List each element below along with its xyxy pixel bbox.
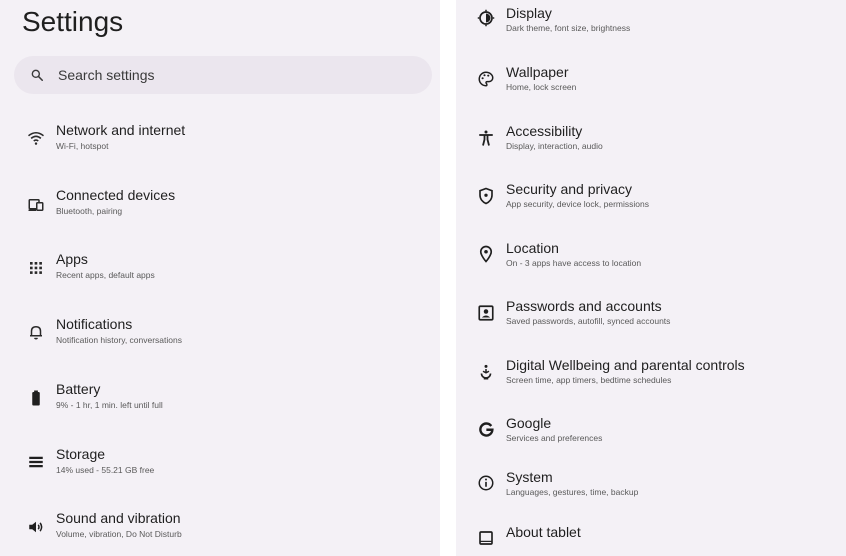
tablet-icon <box>476 528 496 548</box>
settings-item-title: Passwords and accounts <box>506 298 662 314</box>
palette-icon <box>476 69 496 89</box>
settings-item-subtitle: 9% - 1 hr, 1 min. left until full <box>56 400 163 410</box>
apps-grid-icon <box>26 258 46 278</box>
settings-item-notifications[interactable]: Notifications Notification history, conv… <box>0 316 440 364</box>
settings-item-title: System <box>506 469 553 485</box>
settings-item-apps[interactable]: Apps Recent apps, default apps <box>0 251 440 299</box>
settings-item-about-tablet[interactable]: About tablet <box>456 524 846 556</box>
settings-item-title: About tablet <box>506 524 581 540</box>
search-icon <box>31 69 44 82</box>
settings-item-subtitle: Volume, vibration, Do Not Disturb <box>56 529 182 539</box>
settings-item-title: Wallpaper <box>506 64 569 80</box>
settings-item-accessibility[interactable]: Accessibility Display, interaction, audi… <box>456 123 846 171</box>
shield-icon <box>476 186 496 206</box>
storage-icon <box>26 452 46 472</box>
settings-left-panel: Settings Search settings Network and int… <box>0 0 440 556</box>
search-bar[interactable]: Search settings <box>14 56 432 94</box>
wellbeing-icon <box>476 362 496 382</box>
battery-icon <box>26 388 46 408</box>
settings-item-subtitle: Display, interaction, audio <box>506 141 603 151</box>
settings-item-subtitle: Wi-Fi, hotspot <box>56 141 109 151</box>
settings-item-google[interactable]: Google Services and preferences <box>456 415 846 463</box>
settings-item-subtitle: Notification history, conversations <box>56 335 182 345</box>
settings-item-title: Connected devices <box>56 187 176 203</box>
settings-item-title: Apps <box>56 251 88 267</box>
settings-item-title: Sound and vibration <box>56 510 181 526</box>
page-title: Settings <box>22 6 124 37</box>
settings-item-subtitle: Home, lock screen <box>506 82 577 92</box>
settings-item-subtitle: App security, device lock, permissions <box>506 199 649 209</box>
settings-item-title: Network and internet <box>56 122 186 138</box>
settings-item-network[interactable]: Network and internet Wi-Fi, hotspot <box>0 122 440 170</box>
settings-item-subtitle: Recent apps, default apps <box>56 270 155 280</box>
settings-item-wallpaper[interactable]: Wallpaper Home, lock screen <box>456 64 846 112</box>
settings-item-subtitle: On - 3 apps have access to location <box>506 258 642 268</box>
settings-item-system[interactable]: System Languages, gestures, time, backup <box>456 469 846 517</box>
settings-item-location[interactable]: Location On - 3 apps have access to loca… <box>456 240 846 288</box>
google-icon <box>476 419 496 439</box>
search-placeholder: Search settings <box>58 67 155 83</box>
settings-item-title: Accessibility <box>506 123 583 139</box>
location-pin-icon <box>476 244 496 264</box>
settings-item-title: Location <box>506 240 559 256</box>
settings-item-display[interactable]: Display Dark theme, font size, brightnes… <box>456 5 846 53</box>
settings-item-digital-wellbeing[interactable]: Digital Wellbeing and parental controls … <box>456 357 846 405</box>
settings-item-passwords[interactable]: Passwords and accounts Saved passwords, … <box>456 298 846 346</box>
settings-item-security[interactable]: Security and privacy App security, devic… <box>456 181 846 229</box>
settings-item-battery[interactable]: Battery 9% - 1 hr, 1 min. left until ful… <box>0 381 440 429</box>
settings-item-title: Storage <box>56 446 106 462</box>
account-box-icon <box>476 303 496 323</box>
bell-icon <box>26 322 46 342</box>
settings-right-panel: Display Dark theme, font size, brightnes… <box>456 0 846 556</box>
settings-item-title: Notifications <box>56 316 133 332</box>
connected-devices-icon <box>26 195 46 215</box>
settings-item-subtitle: Languages, gestures, time, backup <box>506 487 639 497</box>
settings-item-title: Google <box>506 415 552 431</box>
settings-item-subtitle: Dark theme, font size, brightness <box>506 23 631 33</box>
settings-item-subtitle: Bluetooth, pairing <box>56 206 123 216</box>
sound-icon <box>26 517 46 537</box>
settings-item-subtitle: 14% used - 55.21 GB free <box>56 465 155 475</box>
settings-item-title: Security and privacy <box>506 181 633 197</box>
settings-item-subtitle: Services and preferences <box>506 433 603 443</box>
accessibility-icon <box>476 128 496 148</box>
settings-item-subtitle: Screen time, app timers, bedtime schedul… <box>506 375 672 385</box>
settings-item-subtitle: Saved passwords, autofill, synced accoun… <box>506 316 671 326</box>
settings-item-storage[interactable]: Storage 14% used - 55.21 GB free <box>0 446 440 494</box>
settings-item-connected-devices[interactable]: Connected devices Bluetooth, pairing <box>0 187 440 235</box>
settings-item-title: Digital Wellbeing and parental controls <box>506 357 745 373</box>
settings-item-title: Display <box>506 5 552 21</box>
display-brightness-icon <box>476 8 496 28</box>
info-icon <box>476 473 496 493</box>
wifi-icon <box>26 128 46 148</box>
settings-item-sound[interactable]: Sound and vibration Volume, vibration, D… <box>0 510 440 556</box>
settings-item-title: Battery <box>56 381 101 397</box>
